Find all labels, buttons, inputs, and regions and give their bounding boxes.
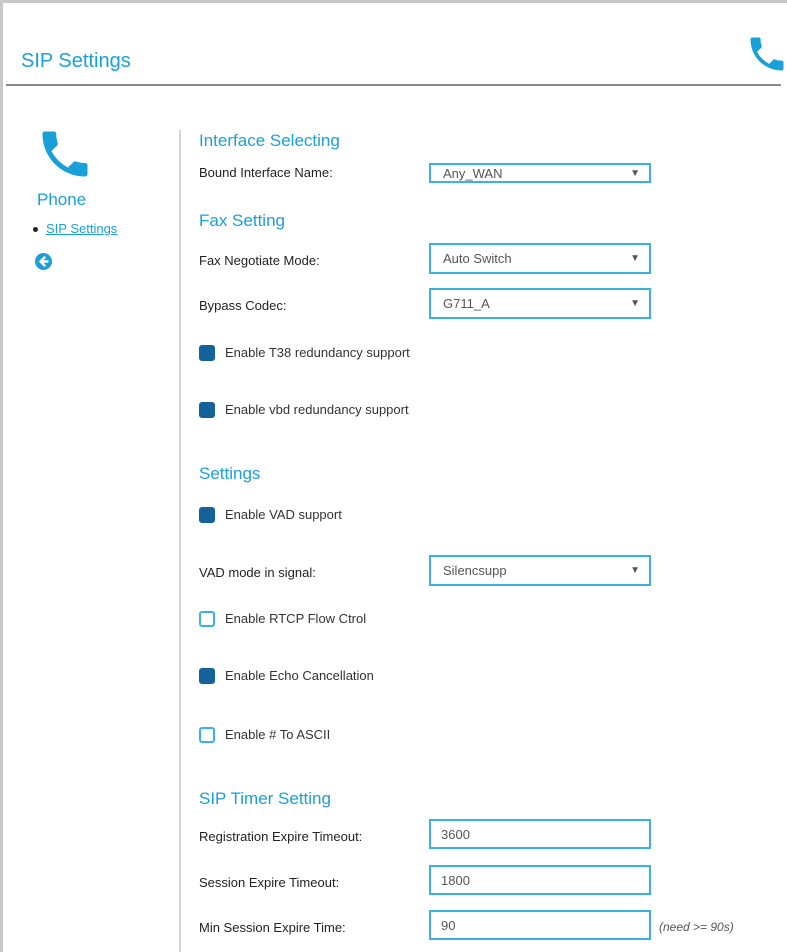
- phone-icon: [750, 37, 784, 71]
- sidebar-link-sip-settings[interactable]: SIP Settings: [46, 221, 117, 236]
- ascii-checkbox-box[interactable]: [199, 727, 215, 743]
- t38-redundancy-checkbox[interactable]: Enable T38 redundancy support: [199, 344, 499, 362]
- min-session-expire-label: Min Session Expire Time:: [199, 920, 346, 935]
- bound-interface-value: Any_WAN: [443, 166, 503, 181]
- sidebar-item-sip-settings[interactable]: SIP Settings: [33, 221, 117, 236]
- registration-expire-value: 3600: [441, 827, 470, 842]
- section-title-sip-timer: SIP Timer Setting: [199, 789, 331, 808]
- vbd-redundancy-checkbox[interactable]: Enable vbd redundancy support: [199, 401, 499, 419]
- hash-to-ascii-checkbox[interactable]: Enable # To ASCII: [199, 726, 399, 744]
- chevron-down-icon: ▼: [630, 253, 640, 264]
- t38-checkbox-label: Enable T38 redundancy support: [225, 345, 410, 360]
- bypass-codec-value: G711_A: [443, 296, 490, 311]
- page-header: SIP Settings: [6, 0, 784, 86]
- bypass-codec-select[interactable]: G711_A ▼: [429, 288, 651, 319]
- section-title-interface: Interface Selecting: [199, 131, 340, 150]
- fax-negotiate-value: Auto Switch: [443, 251, 512, 266]
- registration-expire-input[interactable]: 3600: [429, 819, 651, 849]
- t38-checkbox-box[interactable]: [199, 345, 215, 361]
- fax-negotiate-select[interactable]: Auto Switch ▼: [429, 243, 651, 274]
- echo-checkbox-box[interactable]: [199, 668, 215, 684]
- vad-checkbox-box[interactable]: [199, 507, 215, 523]
- arrow-left-icon: [39, 256, 49, 267]
- phone-icon: [42, 131, 88, 177]
- vbd-checkbox-box[interactable]: [199, 402, 215, 418]
- sidebar: Phone SIP Settings: [0, 90, 175, 950]
- session-expire-value: 1800: [441, 873, 470, 888]
- rtcp-flow-checkbox[interactable]: Enable RTCP Flow Ctrol: [199, 610, 449, 628]
- section-title-settings: Settings: [199, 464, 261, 483]
- rtcp-checkbox-label: Enable RTCP Flow Ctrol: [225, 611, 367, 626]
- min-session-expire-value: 90: [441, 918, 456, 933]
- chevron-down-icon: ▼: [630, 565, 640, 576]
- registration-expire-label: Registration Expire Timeout:: [199, 829, 363, 844]
- vad-mode-value: Silencsupp: [443, 563, 507, 578]
- fax-negotiate-label: Fax Negotiate Mode:: [199, 253, 320, 268]
- bullet-icon: [33, 227, 38, 233]
- vad-support-checkbox[interactable]: Enable VAD support: [199, 506, 449, 524]
- bound-interface-label: Bound Interface Name:: [199, 165, 333, 180]
- chevron-down-icon: ▼: [630, 298, 640, 309]
- echo-cancellation-checkbox[interactable]: Enable Echo Cancellation: [199, 667, 449, 685]
- page-title: SIP Settings: [21, 50, 131, 72]
- back-button[interactable]: [35, 253, 52, 270]
- min-session-expire-input[interactable]: 90: [429, 910, 651, 940]
- section-title-fax: Fax Setting: [199, 211, 285, 230]
- vbd-checkbox-label: Enable vbd redundancy support: [225, 402, 409, 417]
- chevron-down-icon: ▼: [630, 168, 640, 179]
- bypass-codec-label: Bypass Codec:: [199, 298, 287, 313]
- vad-checkbox-label: Enable VAD support: [225, 507, 342, 522]
- vad-mode-select[interactable]: Silencsupp ▼: [429, 555, 651, 586]
- session-expire-input[interactable]: 1800: [429, 865, 651, 895]
- rtcp-checkbox-box[interactable]: [199, 611, 215, 627]
- divider: [179, 130, 181, 952]
- bound-interface-select[interactable]: Any_WAN ▼: [429, 163, 651, 183]
- echo-checkbox-label: Enable Echo Cancellation: [225, 668, 374, 683]
- sidebar-title: Phone: [37, 190, 87, 209]
- vad-mode-label: VAD mode in signal:: [199, 565, 316, 580]
- session-expire-label: Session Expire Timeout:: [199, 875, 340, 890]
- ascii-checkbox-label: Enable # To ASCII: [225, 727, 331, 742]
- min-session-hint: (need >= 90s): [659, 920, 734, 934]
